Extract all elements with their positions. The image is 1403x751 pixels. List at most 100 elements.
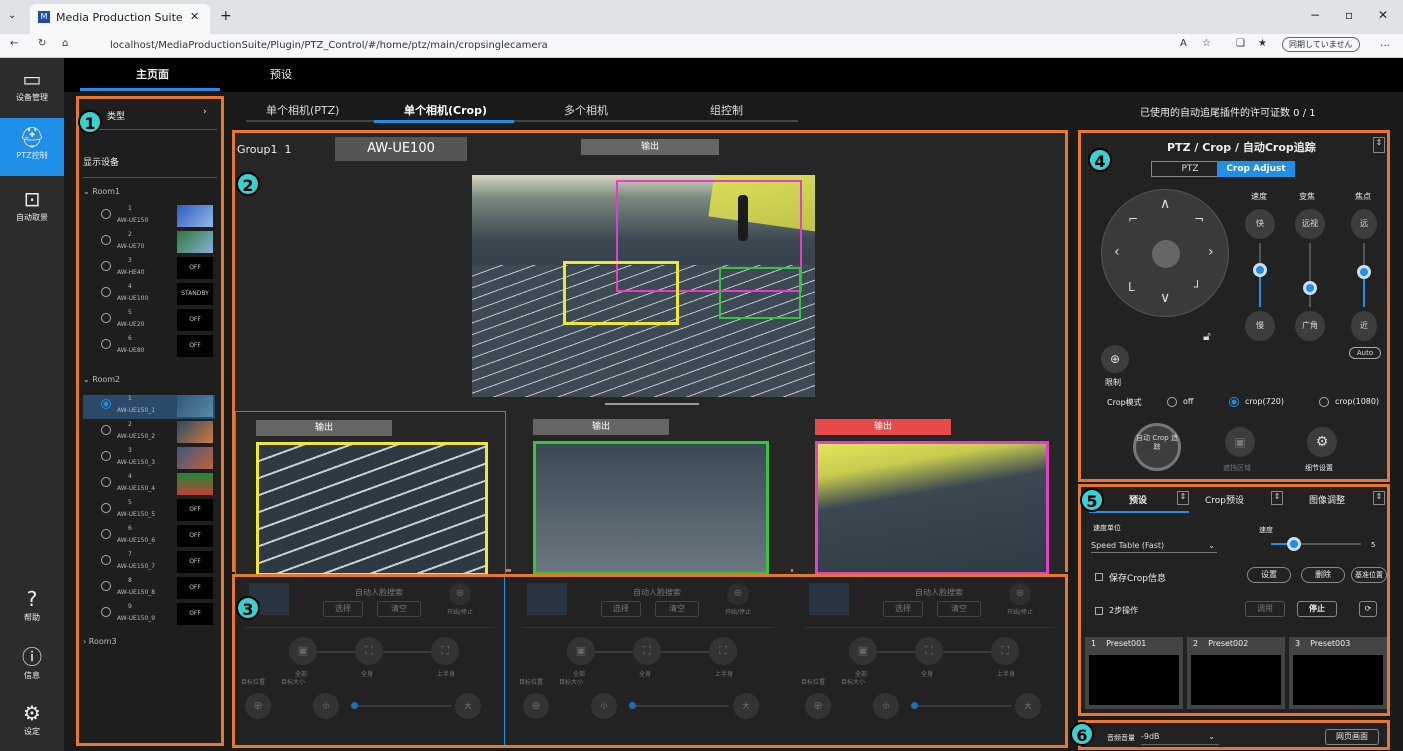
device-radio[interactable] xyxy=(101,503,111,513)
device-radio[interactable] xyxy=(101,339,111,349)
stop-button[interactable]: 停止 xyxy=(1297,601,1337,617)
preset-set-button[interactable]: 设置 xyxy=(1247,567,1291,583)
device-radio[interactable] xyxy=(101,451,111,461)
tab-multi-camera[interactable]: 多个相机 xyxy=(564,102,608,118)
frame-full-body-icon[interactable]: ⛶ xyxy=(633,637,661,665)
target-position-icon[interactable]: ⊕ xyxy=(245,693,271,719)
device-row[interactable]: 4 AW-UE100 STANDBY xyxy=(83,283,215,307)
nav-help[interactable]: ? 帮助 xyxy=(0,586,64,623)
frame-full-body-icon[interactable]: ⛶ xyxy=(915,637,943,665)
read-aloud-icon[interactable]: A xyxy=(1180,38,1187,49)
panel-selector-icon[interactable]: ⇕ xyxy=(1373,137,1385,153)
size-large-button[interactable]: 大 xyxy=(733,693,759,719)
target-position-icon[interactable]: ⊕ xyxy=(523,693,549,719)
tab-list-icon[interactable]: ⌄ xyxy=(8,10,16,21)
nav-settings[interactable]: ⚙ 设定 xyxy=(0,700,64,737)
nav-ptz-control[interactable]: ⛑ PTZ控制 xyxy=(0,118,64,176)
device-row[interactable]: 2 AW-UE70 xyxy=(83,231,215,255)
lock-icon[interactable]: 🔓︎ xyxy=(1203,329,1211,344)
tab-preset-panel[interactable]: 预设 xyxy=(1129,493,1147,506)
recall-button[interactable]: 调用 xyxy=(1245,601,1285,617)
favorites-bar-icon[interactable]: ★ xyxy=(1258,38,1267,49)
clear-button[interactable]: 清空 xyxy=(377,601,421,617)
close-window-icon[interactable]: ✕ xyxy=(1378,8,1388,22)
size-slider[interactable] xyxy=(629,702,636,709)
focus-slider[interactable] xyxy=(1357,265,1371,279)
preset-tab-selector-icon[interactable]: ⇕ xyxy=(1177,491,1189,505)
focus-auto-button[interactable]: Auto xyxy=(1349,347,1381,359)
arrow-left-icon[interactable]: ‹ xyxy=(1114,244,1120,260)
size-small-button[interactable]: 小 xyxy=(313,693,339,719)
device-radio[interactable] xyxy=(101,477,111,487)
device-row[interactable]: 1 AW-UE150_1 xyxy=(83,395,215,419)
home-icon[interactable]: ⌂ xyxy=(62,38,68,49)
target-position-icon[interactable]: ⊕ xyxy=(805,693,831,719)
device-row[interactable]: 9 AW-UE150_9 OFF xyxy=(83,603,215,627)
device-radio[interactable] xyxy=(101,209,111,219)
crop-output-3[interactable]: 输出 xyxy=(793,411,1065,575)
device-row[interactable]: 5 AW-UE150_5 OFF xyxy=(83,499,215,523)
collections-icon[interactable]: ❏ xyxy=(1236,38,1245,49)
speed-fast-button[interactable]: 快 xyxy=(1245,209,1275,239)
nav-auto-framing[interactable]: ⊡ 自动取景 xyxy=(0,186,64,223)
select-button[interactable]: 选择 xyxy=(323,601,363,617)
size-large-button[interactable]: 大 xyxy=(1015,693,1041,719)
crop-preset-selector-icon[interactable]: ⇕ xyxy=(1271,491,1283,505)
speed-table-select[interactable]: Speed Table (Fast) ⌄ xyxy=(1091,539,1217,553)
device-radio[interactable] xyxy=(101,235,111,245)
zoom-tele-button[interactable]: 远视 xyxy=(1295,209,1325,239)
focus-near-button[interactable]: 近 xyxy=(1351,311,1377,341)
more-icon[interactable]: … xyxy=(1380,38,1390,49)
device-row[interactable]: 5 AW-UE20 OFF xyxy=(83,309,215,333)
clear-button[interactable]: 清空 xyxy=(655,601,699,617)
main-preview-image[interactable] xyxy=(472,175,815,397)
room1-group[interactable]: ⌄ Room1 xyxy=(83,187,120,196)
image-selector-icon[interactable]: ⇕ xyxy=(1373,491,1385,505)
crop-box-yellow[interactable] xyxy=(563,261,679,325)
web-screen-button[interactable]: 网页画面 xyxy=(1325,729,1379,745)
frame-all-icon[interactable]: ▣ xyxy=(289,637,317,665)
arrow-up-icon[interactable]: ∧ xyxy=(1160,196,1170,212)
joystick-center[interactable] xyxy=(1152,240,1180,268)
size-small-button[interactable]: 小 xyxy=(873,693,899,719)
tab-group-control[interactable]: 组控制 xyxy=(710,102,743,118)
new-tab-icon[interactable]: + xyxy=(220,8,232,24)
device-radio[interactable] xyxy=(101,607,111,617)
url-field[interactable]: localhost/MediaProductionSuite/Plugin/PT… xyxy=(90,37,1160,55)
preset-card[interactable]: 2 Preset002 xyxy=(1187,637,1285,709)
device-row[interactable]: 7 AW-UE150_7 OFF xyxy=(83,551,215,575)
room2-group[interactable]: ⌄ Room2 xyxy=(83,375,120,384)
device-row[interactable]: 6 AW-UE150_6 OFF xyxy=(83,525,215,549)
start-stop-icon[interactable]: ⊕ xyxy=(449,583,471,605)
size-large-button[interactable]: 大 xyxy=(455,693,481,719)
nav-info[interactable]: ⓘ 信息 xyxy=(0,644,64,681)
mask-area-icon[interactable]: ▣ xyxy=(1225,427,1255,457)
clear-button[interactable]: 清空 xyxy=(937,601,981,617)
device-radio[interactable] xyxy=(101,261,111,271)
speed-slow-button[interactable]: 慢 xyxy=(1245,311,1275,341)
detail-settings-icon[interactable]: ⚙ xyxy=(1307,427,1337,457)
device-row[interactable]: 3 AW-UE150_3 xyxy=(83,447,215,471)
device-radio[interactable] xyxy=(101,529,111,539)
arrow-down-icon[interactable]: ∨ xyxy=(1160,290,1170,306)
size-slider[interactable] xyxy=(911,702,918,709)
device-radio[interactable] xyxy=(101,399,111,409)
zoom-slider[interactable] xyxy=(1303,281,1317,295)
nav-device-management[interactable]: ▭ 设备管理 xyxy=(0,66,64,103)
refresh-preset-icon[interactable]: ⟳ xyxy=(1359,601,1377,617)
zoom-wide-button[interactable]: 广角 xyxy=(1295,311,1325,341)
view-resizer[interactable] xyxy=(605,403,699,405)
auto-crop-tracking-button[interactable]: 自动 Crop 追踪 xyxy=(1133,423,1181,471)
speed-slider[interactable] xyxy=(1253,263,1267,277)
preset-delete-button[interactable]: 删除 xyxy=(1301,567,1345,583)
arrow-upleft-icon[interactable]: ⌐ xyxy=(1128,212,1138,226)
tab-image-adjust[interactable]: 图像调整 xyxy=(1309,493,1345,506)
save-crop-checkbox[interactable] xyxy=(1095,573,1103,581)
select-button[interactable]: 选择 xyxy=(601,601,641,617)
device-row[interactable]: 3 AW-HE40 OFF xyxy=(83,257,215,281)
type-label[interactable]: 类型 xyxy=(107,109,125,122)
room3-group[interactable]: › Room3 xyxy=(83,637,117,646)
device-radio[interactable] xyxy=(101,555,111,565)
refresh-icon[interactable]: ↻ xyxy=(38,38,46,49)
crop-box-green[interactable] xyxy=(719,267,801,319)
